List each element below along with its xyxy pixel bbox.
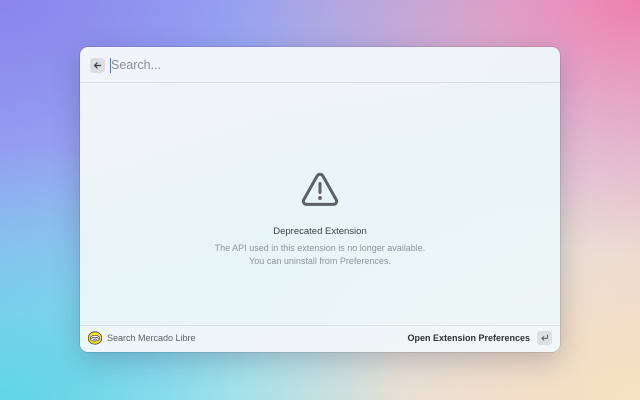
empty-state-description: The API used in this extension is no lon… bbox=[80, 242, 560, 267]
return-key-icon bbox=[537, 331, 552, 345]
search-bar bbox=[80, 47, 560, 83]
arrow-left-icon bbox=[93, 62, 102, 69]
empty-state: Deprecated Extension The API used in thi… bbox=[80, 83, 560, 325]
extension-title: Search Mercado Libre bbox=[107, 333, 196, 343]
warning-triangle-icon bbox=[301, 172, 339, 206]
search-input[interactable] bbox=[111, 56, 531, 74]
desktop-background: Deprecated Extension The API used in thi… bbox=[0, 0, 640, 400]
empty-state-title: Deprecated Extension bbox=[273, 226, 367, 237]
back-button[interactable] bbox=[90, 58, 105, 73]
open-extension-preferences-button[interactable]: Open Extension Preferences bbox=[407, 333, 530, 343]
empty-state-description-line: You can uninstall from Preferences. bbox=[249, 255, 391, 266]
mercado-libre-handshake-icon bbox=[88, 331, 102, 345]
launcher-window: Deprecated Extension The API used in thi… bbox=[80, 47, 560, 352]
action-bar: Search Mercado Libre Open Extension Pref… bbox=[80, 325, 560, 352]
empty-state-description-line: The API used in this extension is no lon… bbox=[214, 243, 426, 253]
